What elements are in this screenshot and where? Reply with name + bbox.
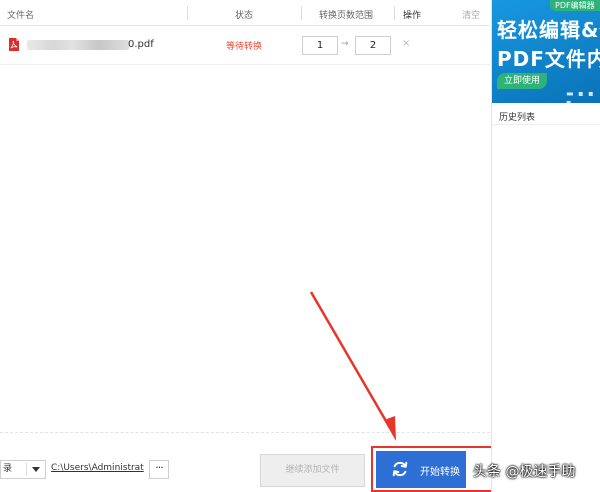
clear-all-link[interactable]: 清空 — [462, 8, 480, 21]
file-name: 0.pdf — [128, 39, 154, 50]
file-status: 等待转换 — [226, 42, 263, 52]
page-from-input[interactable]: 1 — [302, 36, 338, 55]
history-list-title: 历史列表 — [499, 113, 536, 123]
pdf-file-icon — [9, 38, 19, 51]
column-header-filename: 文件名 — [7, 11, 35, 21]
ad-tag: PDF编辑器 — [550, 0, 600, 11]
chevron-down-icon — [32, 467, 40, 472]
carousel-dots[interactable]: ▬ ▪ ▪ ▪ — [566, 89, 600, 103]
column-header-action: 操作 — [403, 11, 422, 21]
file-table-header: 文件名 状态 转换页数范围 操作 清空 — [0, 0, 490, 26]
output-dir-value: 录 — [3, 464, 13, 474]
header-divider — [394, 6, 395, 20]
blurred-filename — [27, 40, 129, 50]
ad-headline-2: PDF文件内 — [497, 47, 600, 71]
right-sidebar: PDF编辑器 轻松编辑&修 PDF文件内 立即使用 ▬ ▪ ▪ ▪ 历史列表 — [491, 0, 600, 492]
page-to-input[interactable]: 2 — [355, 36, 391, 55]
add-files-button[interactable]: 继续添加文件 — [260, 454, 365, 487]
header-divider — [187, 6, 188, 20]
browse-folder-button[interactable]: ··· — [149, 460, 169, 479]
start-convert-button[interactable]: 开始转换 — [376, 451, 466, 488]
column-header-page-range: 转换页数范围 — [319, 11, 374, 21]
watermark-text: 头条 @极速手助 — [473, 464, 576, 480]
ad-cta-button[interactable]: 立即使用 — [497, 73, 547, 89]
output-dir-select[interactable]: 录 — [0, 460, 46, 479]
delete-file-icon[interactable]: × — [402, 38, 410, 49]
file-row[interactable]: 0.pdf 等待转换 1 → 2 × — [0, 27, 490, 65]
ad-headline-1: 轻松编辑&修 — [497, 18, 600, 42]
column-header-status: 状态 — [235, 11, 254, 21]
header-divider — [301, 6, 302, 20]
drop-area-divider — [0, 432, 490, 433]
ad-banner[interactable]: PDF编辑器 轻松编辑&修 PDF文件内 立即使用 ▬ ▪ ▪ ▪ — [492, 0, 600, 103]
refresh-icon — [392, 461, 408, 477]
start-convert-label: 开始转换 — [420, 467, 460, 478]
output-path-link[interactable]: C:\Users\Administrat — [51, 463, 144, 473]
arrow-right-icon: → — [341, 39, 349, 49]
converter-main-panel: 文件名 状态 转换页数范围 操作 清空 0.pdf 等待转换 1 → 2 × — [0, 0, 490, 492]
